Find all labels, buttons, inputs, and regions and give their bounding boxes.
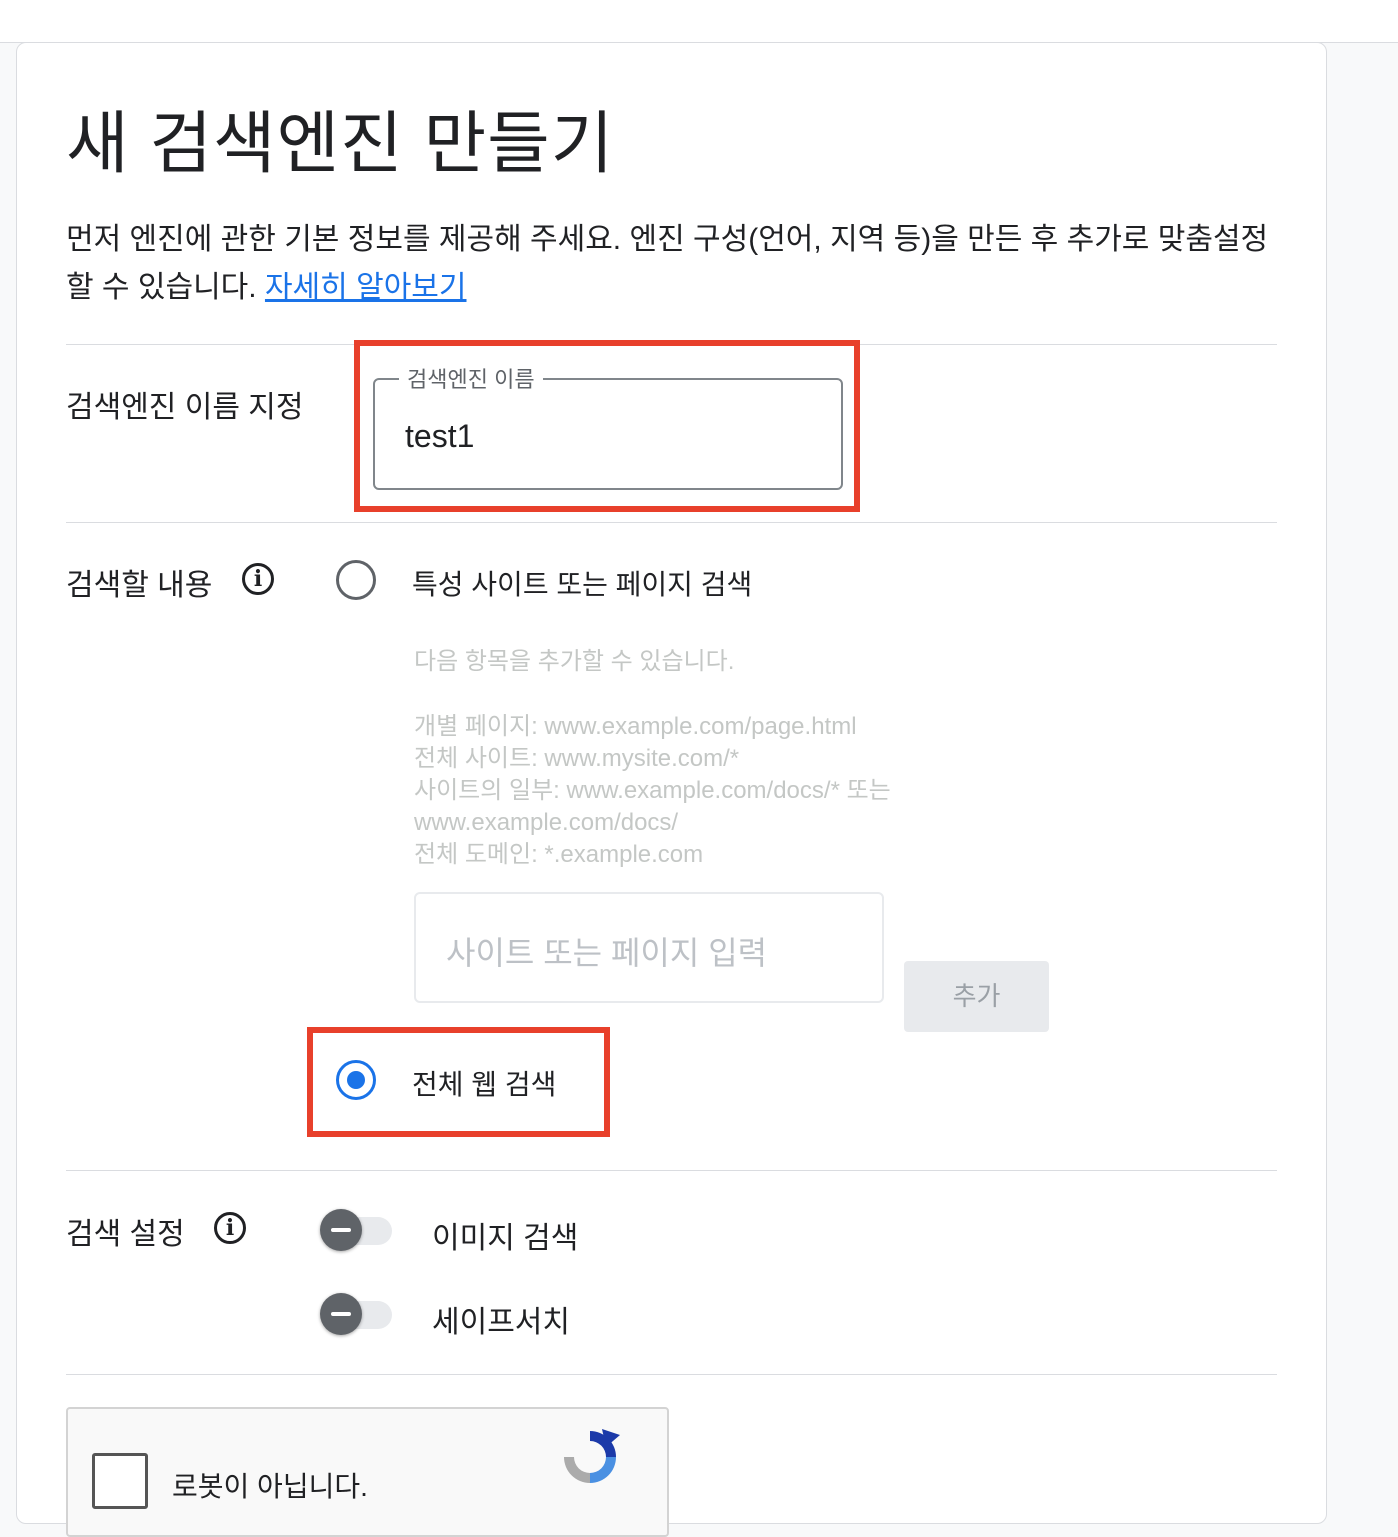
hint-line: 전체 도메인: *.example.com	[414, 841, 704, 868]
recaptcha-label: 로봇이 아닙니다.	[172, 1471, 368, 1502]
name-section-label: 검색엔진 이름 지정	[66, 391, 304, 424]
divider	[66, 522, 1277, 523]
safe-search-label: 세이프서치	[432, 1306, 570, 1339]
top-bar	[0, 0, 1398, 43]
divider	[66, 1170, 1277, 1171]
learn-more-link[interactable]: 자세히 알아보기	[265, 271, 467, 304]
intro-description: 먼저 엔진에 관한 기본 정보를 제공해 주세요. 엔진 구성(언어, 지역 등…	[66, 223, 1269, 304]
page-title: 새 검색엔진 만들기	[66, 106, 615, 182]
divider	[66, 1374, 1277, 1375]
engine-name-field-label: 검색엔진 이름	[399, 362, 543, 394]
hint-line: www.example.com/docs/	[414, 809, 679, 836]
radio-specific-sites-label: 특성 사이트 또는 페이지 검색	[412, 569, 753, 600]
add-button[interactable]: 추가	[904, 961, 1049, 1032]
recaptcha-widget: 로봇이 아닙니다.	[66, 1407, 669, 1537]
hint-line: 개별 페이지: www.example.com/page.html	[414, 713, 857, 740]
recaptcha-logo-icon	[564, 1429, 620, 1483]
engine-name-field[interactable]: 검색엔진 이름 test1	[373, 362, 843, 490]
hint-intro: 다음 항목을 추가할 수 있습니다.	[414, 648, 735, 675]
info-icon[interactable]: i	[242, 563, 274, 595]
hint-line: 사이트의 일부: www.example.com/docs/* 또는	[414, 777, 891, 804]
image-search-label: 이미지 검색	[432, 1222, 579, 1255]
recaptcha-checkbox[interactable]	[92, 1453, 148, 1509]
settings-section-label: 검색 설정	[66, 1218, 185, 1251]
info-icon[interactable]: i	[214, 1212, 246, 1244]
image-search-toggle[interactable]	[320, 1209, 392, 1253]
site-input-placeholder: 사이트 또는 페이지 입력	[446, 935, 768, 971]
site-input[interactable]: 사이트 또는 페이지 입력	[414, 892, 884, 1003]
intro-text: 먼저 엔진에 관한 기본 정보를 제공해 주세요. 엔진 구성(언어, 지역 등…	[66, 216, 1281, 312]
radio-entire-web[interactable]	[336, 1060, 376, 1100]
content-section-label: 검색할 내용	[66, 569, 213, 602]
engine-name-field-value[interactable]: test1	[405, 418, 474, 455]
safe-search-toggle[interactable]	[320, 1293, 392, 1337]
hint-line: 전체 사이트: www.mysite.com/*	[414, 745, 740, 772]
toggle-knob	[320, 1209, 362, 1251]
radio-entire-web-label: 전체 웹 검색	[412, 1069, 557, 1100]
toggle-knob	[320, 1293, 362, 1335]
radio-specific-sites[interactable]	[336, 560, 376, 600]
